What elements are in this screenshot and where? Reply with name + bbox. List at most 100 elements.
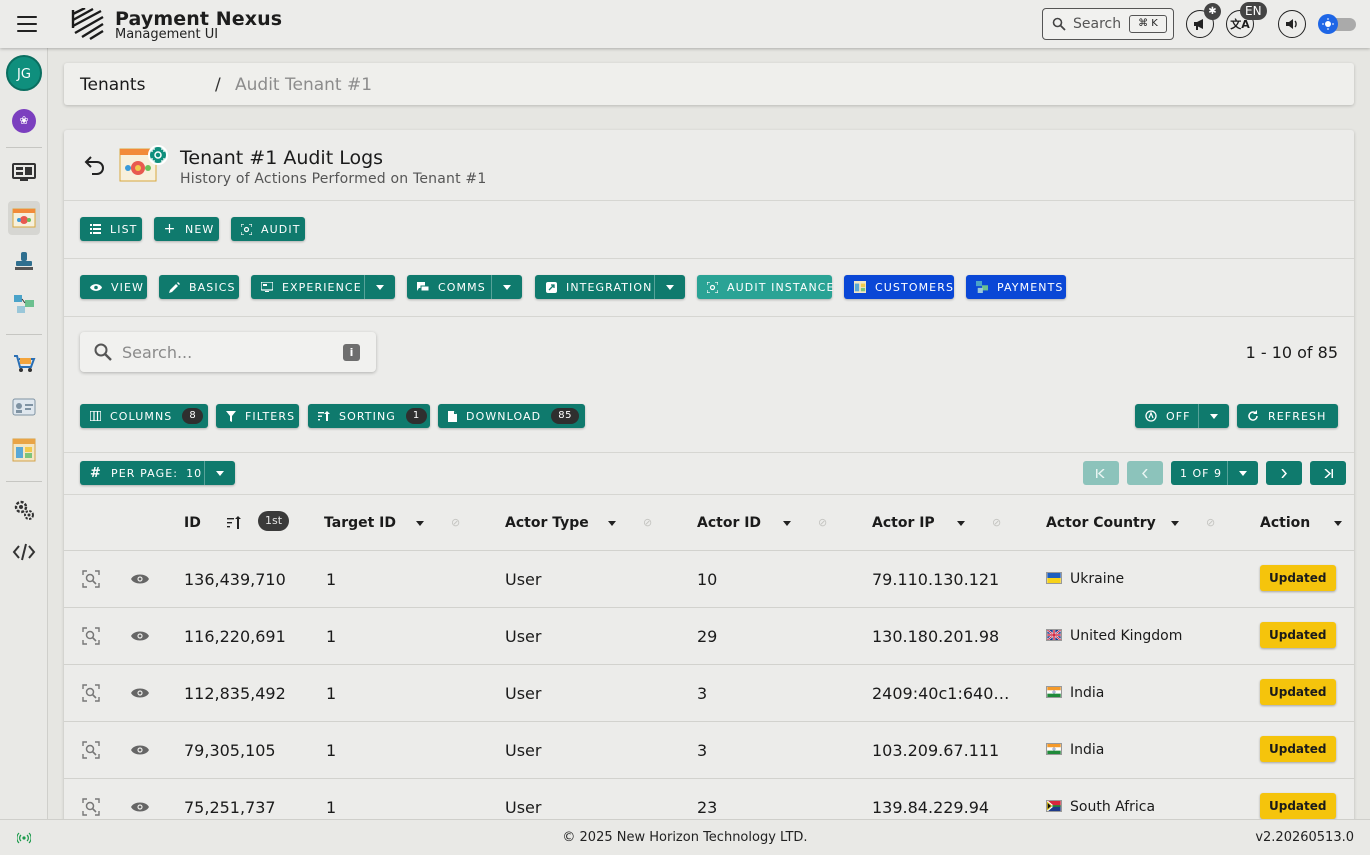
flag-icon — [1046, 742, 1070, 758]
target-id-menu-icon[interactable] — [416, 521, 424, 526]
hide-column-icon[interactable]: ⊘ — [451, 516, 464, 529]
auto-refresh-dropdown[interactable] — [1198, 404, 1229, 428]
eye-icon[interactable] — [131, 742, 149, 758]
eye-icon[interactable] — [131, 685, 149, 701]
action-menu-icon[interactable] — [1334, 521, 1342, 526]
hide-column-icon[interactable]: ⊘ — [1206, 516, 1219, 529]
back-icon[interactable] — [84, 153, 106, 175]
table-search: i — [80, 332, 376, 372]
code-icon[interactable] — [8, 535, 40, 569]
comms-button[interactable]: COMMS — [407, 275, 522, 299]
integrations-icon[interactable] — [8, 287, 40, 321]
payments-icon — [976, 281, 988, 293]
settings-icon[interactable] — [8, 493, 40, 527]
breadcrumb-current: Audit Tenant #1 — [235, 75, 373, 95]
per-page-selector[interactable]: # PER PAGE: 10 — [80, 461, 235, 485]
auto-refresh-button[interactable]: OFF — [1135, 404, 1229, 428]
cell-id: 116,220,691 — [184, 627, 286, 646]
theme-toggle[interactable] — [1318, 14, 1356, 34]
previous-page-button[interactable] — [1127, 461, 1163, 485]
columns-button[interactable]: COLUMNS 8 — [80, 404, 208, 428]
page-dropdown[interactable] — [1227, 461, 1258, 485]
eye-icon[interactable] — [131, 799, 149, 815]
audit-row-icon[interactable] — [82, 684, 100, 702]
integration-button[interactable]: INTEGRATION — [535, 275, 685, 299]
experience-dropdown[interactable] — [364, 275, 395, 299]
integration-dropdown[interactable] — [654, 275, 685, 299]
hide-column-icon[interactable]: ⊘ — [643, 516, 656, 529]
sort-ascending-icon[interactable] — [227, 516, 241, 529]
tenants-icon[interactable] — [8, 201, 40, 235]
language-badge: EN — [1240, 2, 1267, 20]
customers-icon — [854, 281, 866, 293]
table-search-input[interactable] — [122, 340, 332, 364]
view-button[interactable]: VIEW — [80, 275, 147, 299]
app-version: v2.20260513.0 — [1255, 830, 1354, 845]
eye-icon[interactable] — [131, 571, 149, 587]
country-name: India — [1070, 685, 1105, 701]
download-button[interactable]: DOWNLOAD 85 — [438, 404, 585, 428]
experience-button[interactable]: EXPERIENCE — [251, 275, 395, 299]
column-header-action[interactable]: Action — [1260, 515, 1310, 531]
auto-refresh-label: OFF — [1166, 409, 1191, 423]
page-selector[interactable]: 1 OF 9 — [1171, 461, 1258, 485]
stamp-icon[interactable] — [8, 244, 40, 278]
per-page-dropdown[interactable] — [204, 461, 235, 485]
cell-actor-ip: 103.209.67.111 — [872, 741, 1000, 760]
table-row[interactable]: 136,439,710 1 User 10 79.110.130.121 Ukraine U… — [64, 550, 1354, 607]
payments-button[interactable]: PAYMENTS — [966, 275, 1066, 299]
column-header-id[interactable]: ID — [184, 515, 201, 531]
table-row[interactable]: 79,305,105 1 User 3 103.209.67.111 India Updat… — [64, 721, 1354, 778]
cell-id: 75,251,737 — [184, 798, 276, 817]
list-button[interactable]: LIST — [80, 217, 142, 241]
sound-button[interactable] — [1278, 10, 1306, 38]
hide-column-icon[interactable]: ⊘ — [818, 516, 831, 529]
column-header-actor-country[interactable]: Actor Country — [1046, 515, 1156, 531]
id-card-icon[interactable] — [8, 390, 40, 424]
page-subtitle: History of Actions Performed on Tenant #… — [180, 171, 487, 187]
hide-column-icon[interactable]: ⊘ — [992, 516, 1005, 529]
column-header-actor-id[interactable]: Actor ID — [697, 515, 761, 531]
table-row[interactable]: 112,835,492 1 User 3 2409:40c1:640… India Upda… — [64, 664, 1354, 721]
auto-refresh-icon — [1145, 410, 1157, 422]
actor-id-menu-icon[interactable] — [783, 521, 791, 526]
last-page-icon — [1324, 468, 1333, 478]
refresh-button[interactable]: REFRESH — [1237, 404, 1338, 428]
column-header-actor-type[interactable]: Actor Type — [505, 515, 589, 531]
column-header-actor-ip[interactable]: Actor IP — [872, 515, 935, 531]
breadcrumb-tenants-link[interactable]: Tenants — [80, 75, 145, 95]
avatar[interactable]: JG — [6, 55, 42, 91]
actor-ip-menu-icon[interactable] — [957, 521, 965, 526]
store-cart-icon[interactable] — [8, 346, 40, 380]
actor-country-menu-icon[interactable] — [1171, 521, 1179, 526]
dashboard-icon[interactable] — [8, 156, 40, 190]
audit-row-icon[interactable] — [82, 798, 100, 816]
actor-type-menu-icon[interactable] — [608, 521, 616, 526]
audit-row-icon[interactable] — [82, 627, 100, 645]
app-subtitle: Management UI — [115, 27, 219, 42]
next-page-button[interactable] — [1266, 461, 1302, 485]
menu-icon[interactable] — [17, 16, 37, 32]
comms-dropdown[interactable] — [491, 275, 522, 299]
catalog-icon[interactable] — [8, 433, 40, 467]
info-icon[interactable]: i — [343, 344, 360, 361]
filters-button[interactable]: FILTERS — [216, 404, 299, 428]
organization-icon[interactable]: ❀ — [12, 109, 36, 133]
audit-row-icon[interactable] — [82, 741, 100, 759]
column-header-target-id[interactable]: Target ID — [324, 515, 396, 531]
customers-button[interactable]: CUSTOMERS — [844, 275, 954, 299]
sorting-button[interactable]: SORTING 1 — [308, 404, 430, 428]
basics-label: BASICS — [189, 280, 236, 294]
first-page-button[interactable] — [1083, 461, 1119, 485]
table-row[interactable]: 116,220,691 1 User 29 130.180.201.98 United K… — [64, 607, 1354, 664]
basics-button[interactable]: BASICS — [159, 275, 239, 299]
last-page-button[interactable] — [1310, 461, 1346, 485]
global-search-button[interactable]: Search ⌘ K — [1042, 8, 1174, 40]
cell-target-id: 1 — [326, 570, 337, 589]
country-name: India — [1070, 742, 1105, 758]
audit-instance-button[interactable]: AUDIT INSTANCE — [697, 275, 834, 299]
audit-row-icon[interactable] — [82, 570, 100, 588]
new-button[interactable]: + NEW — [154, 217, 219, 241]
eye-icon[interactable] — [131, 628, 149, 644]
audit-button[interactable]: AUDIT — [231, 217, 305, 241]
